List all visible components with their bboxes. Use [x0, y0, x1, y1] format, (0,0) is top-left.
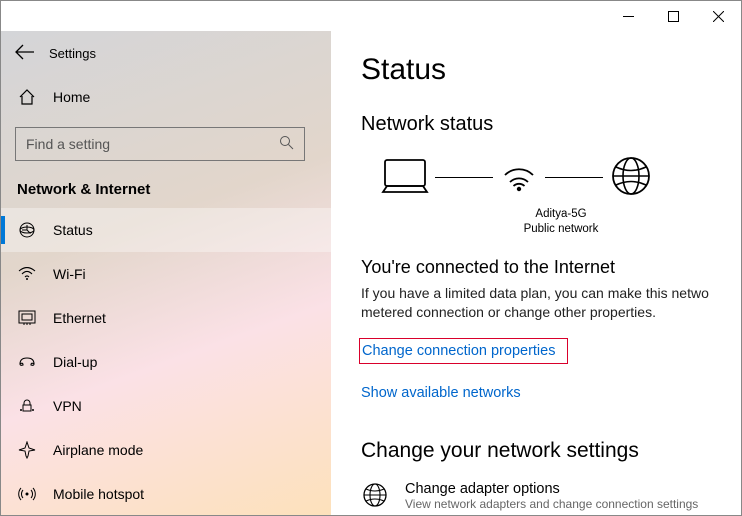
connection-caption: Aditya-5G Public network — [501, 207, 621, 237]
airplane-icon — [17, 441, 37, 459]
sidebar-item-label: Ethernet — [53, 310, 106, 326]
search-placeholder: Find a setting — [26, 136, 110, 152]
sidebar-item-label: Status — [53, 222, 93, 238]
section-change-network-settings: Change your network settings — [361, 439, 741, 463]
sidebar: Settings Home Find a setting Network & I… — [1, 31, 331, 515]
globe-icon — [609, 154, 653, 201]
sidebar-item-ethernet[interactable]: Ethernet — [1, 296, 331, 340]
sidebar-item-label: Wi-Fi — [53, 266, 86, 282]
sidebar-item-dialup[interactable]: Dial-up — [1, 340, 331, 384]
ethernet-icon — [17, 310, 37, 326]
content-area: Status Network status Aditya-5G Public n… — [331, 31, 741, 515]
adapter-subtitle: View network adapters and change connect… — [405, 497, 698, 511]
connection-type: Public network — [501, 222, 621, 237]
link-change-connection-properties[interactable]: Change connection properties — [359, 338, 568, 364]
change-adapter-options[interactable]: Change adapter options View network adap… — [361, 481, 741, 512]
link-show-available-networks[interactable]: Show available networks — [361, 385, 521, 401]
back-row[interactable]: Settings — [1, 31, 331, 75]
sidebar-item-vpn[interactable]: VPN — [1, 384, 331, 428]
connected-body: If you have a limited data plan, you can… — [361, 284, 741, 322]
back-arrow-icon — [15, 44, 49, 63]
sidebar-item-airplane[interactable]: Airplane mode — [1, 428, 331, 472]
home-icon — [17, 88, 37, 106]
adapter-globe-icon — [361, 481, 389, 512]
connection-name: Aditya-5G — [501, 207, 621, 222]
window-titlebar — [1, 1, 741, 31]
maximize-button[interactable] — [651, 1, 696, 31]
network-diagram — [361, 154, 741, 201]
sidebar-item-label: Mobile hotspot — [53, 486, 144, 502]
hotspot-icon — [17, 486, 37, 502]
computer-icon — [381, 156, 429, 199]
sidebar-item-status[interactable]: Status — [1, 208, 331, 252]
wifi-router-icon — [499, 156, 539, 199]
page-title: Status — [361, 53, 741, 87]
sidebar-section-label: Network & Internet — [1, 175, 331, 208]
minimize-button[interactable] — [606, 1, 651, 31]
connected-heading: You're connected to the Internet — [361, 257, 741, 278]
adapter-title: Change adapter options — [405, 481, 698, 497]
search-input[interactable]: Find a setting — [15, 127, 305, 161]
sidebar-item-label: VPN — [53, 398, 82, 414]
close-button[interactable] — [696, 1, 741, 31]
section-network-status: Network status — [361, 113, 741, 136]
wifi-icon — [17, 267, 37, 281]
search-icon — [279, 135, 294, 153]
sidebar-item-label: Dial-up — [53, 354, 97, 370]
sidebar-item-label: Airplane mode — [53, 442, 143, 458]
status-icon — [17, 221, 37, 239]
sidebar-home-label: Home — [53, 89, 90, 105]
sidebar-item-hotspot[interactable]: Mobile hotspot — [1, 472, 331, 515]
vpn-icon — [17, 399, 37, 413]
dialup-icon — [17, 356, 37, 368]
app-title: Settings — [49, 46, 96, 61]
sidebar-item-wifi[interactable]: Wi-Fi — [1, 252, 331, 296]
sidebar-home[interactable]: Home — [1, 75, 331, 119]
